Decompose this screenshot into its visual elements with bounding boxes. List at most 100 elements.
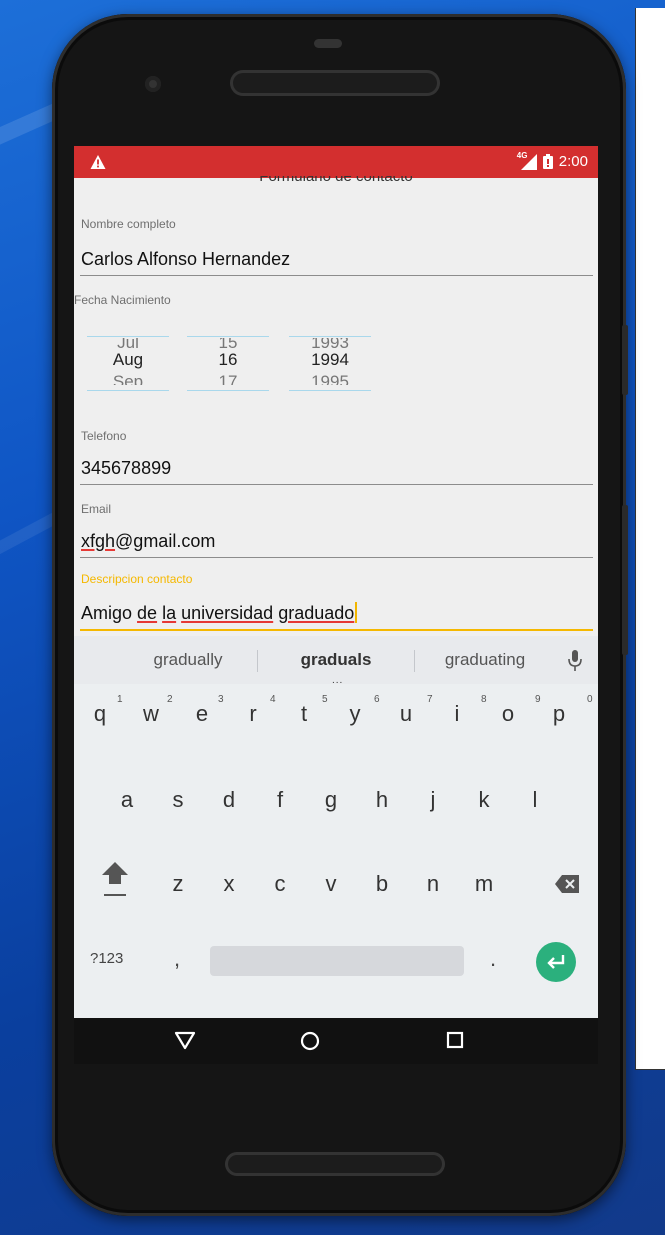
- year-prev[interactable]: 1993: [289, 338, 371, 350]
- clock: 2:00: [558, 153, 588, 170]
- birthdate-label: Fecha Nacimiento: [74, 293, 171, 307]
- misspelled-word: la: [162, 603, 177, 623]
- key-u[interactable]: u: [384, 688, 428, 740]
- key-hint: 9: [535, 694, 541, 705]
- key-b[interactable]: b: [360, 858, 404, 910]
- suggestion-divider: [414, 650, 415, 672]
- home-icon[interactable]: [299, 1030, 321, 1052]
- key-hint: 5: [322, 694, 328, 705]
- key-x[interactable]: x: [207, 858, 251, 910]
- backspace-icon[interactable]: [554, 874, 580, 894]
- key-s[interactable]: s: [156, 774, 200, 826]
- signal-icon: 4G: [517, 151, 537, 170]
- device-screen: 4G 2:00 Formulario de contacto Nombre co…: [74, 146, 598, 1064]
- suggestion-1[interactable]: gradually: [138, 650, 238, 670]
- description-input-underline: [80, 629, 593, 631]
- description-word: Amigo: [81, 603, 133, 623]
- key-hint: 7: [427, 694, 433, 705]
- key-hint: 1: [117, 694, 123, 705]
- description-label: Descripcion contacto: [81, 572, 193, 586]
- key-hint: 8: [481, 694, 487, 705]
- back-icon[interactable]: [174, 1030, 196, 1050]
- key-z[interactable]: z: [156, 858, 200, 910]
- page-title: Formulario de contacto: [259, 176, 413, 185]
- key-r[interactable]: r: [231, 688, 275, 740]
- key-y[interactable]: y: [333, 688, 377, 740]
- background-window: [635, 8, 665, 1070]
- key-k[interactable]: k: [462, 774, 506, 826]
- navigation-bar: [74, 1018, 598, 1064]
- shift-icon[interactable]: [100, 860, 130, 900]
- day-prev[interactable]: 15: [187, 338, 269, 350]
- volume-button[interactable]: [622, 505, 628, 655]
- status-icons: 4G 2:00: [517, 151, 588, 171]
- phone-input[interactable]: 345678899: [81, 458, 171, 479]
- key-hint: 2: [167, 694, 173, 705]
- misspelled-word: xfgh: [81, 531, 116, 551]
- name-input-underline: [80, 275, 593, 276]
- front-camera-icon: [145, 76, 161, 92]
- year-picker[interactable]: 1993 1994 1995: [289, 334, 371, 402]
- year-next[interactable]: 1995: [289, 372, 371, 385]
- key-h[interactable]: h: [360, 774, 404, 826]
- email-label: Email: [81, 502, 112, 516]
- month-next[interactable]: Sep: [87, 372, 169, 385]
- email-domain: @gmail.com: [115, 531, 216, 551]
- month-selected: Aug: [112, 350, 144, 369]
- key-p[interactable]: p: [537, 688, 581, 740]
- key-m[interactable]: m: [462, 858, 506, 910]
- month-picker[interactable]: Jul Aug Sep: [87, 334, 169, 402]
- key-v[interactable]: v: [309, 858, 353, 910]
- key-n[interactable]: n: [411, 858, 455, 910]
- power-button[interactable]: [622, 325, 628, 395]
- key-d[interactable]: d: [207, 774, 251, 826]
- key-g[interactable]: g: [309, 774, 353, 826]
- misspelled-word: graduado: [278, 603, 355, 623]
- soft-keyboard: gradually graduals graduating ... q w e …: [74, 636, 598, 1018]
- battery-icon: [542, 154, 553, 169]
- misspelled-word: de: [137, 603, 158, 623]
- key-i[interactable]: i: [435, 688, 479, 740]
- description-input[interactable]: Amigo de la universidad graduado: [81, 602, 358, 624]
- period-key[interactable]: .: [490, 946, 496, 972]
- picker-divider: [187, 390, 269, 391]
- symbols-key[interactable]: ?123: [90, 950, 123, 967]
- key-j[interactable]: j: [411, 774, 455, 826]
- microphone-icon[interactable]: [568, 650, 582, 672]
- day-picker[interactable]: 15 16 17: [187, 334, 269, 402]
- status-bar: 4G 2:00: [74, 146, 598, 178]
- bottom-speaker: [225, 1152, 445, 1176]
- picker-divider: [289, 336, 371, 337]
- misspelled-word: universidad: [181, 603, 274, 623]
- key-c[interactable]: c: [258, 858, 302, 910]
- top-sensor: [314, 39, 342, 48]
- key-hint: 3: [218, 694, 224, 705]
- key-hint: 4: [270, 694, 276, 705]
- space-bar[interactable]: [210, 946, 464, 976]
- picker-divider: [87, 390, 169, 391]
- picker-divider: [187, 336, 269, 337]
- phone-label: Telefono: [81, 429, 127, 443]
- warning-icon: [90, 155, 106, 169]
- comma-key[interactable]: ,: [174, 946, 180, 972]
- name-label: Nombre completo: [81, 217, 176, 231]
- picker-divider: [87, 336, 169, 337]
- email-input[interactable]: xfgh@gmail.com: [81, 531, 215, 552]
- name-input[interactable]: Carlos Alfonso Hernandez: [81, 249, 290, 270]
- key-f[interactable]: f: [258, 774, 302, 826]
- phone-input-underline: [80, 484, 593, 485]
- picker-divider: [289, 390, 371, 391]
- suggestion-3[interactable]: graduating: [426, 650, 544, 670]
- more-suggestions-indicator: ...: [332, 675, 344, 686]
- suggestion-2[interactable]: graduals: [286, 650, 386, 670]
- recents-icon[interactable]: [445, 1030, 465, 1050]
- month-prev[interactable]: Jul: [87, 338, 169, 350]
- key-a[interactable]: a: [105, 774, 149, 826]
- day-next[interactable]: 17: [187, 372, 269, 385]
- key-t[interactable]: t: [282, 688, 326, 740]
- suggestion-divider: [257, 650, 258, 672]
- key-q[interactable]: q: [78, 688, 122, 740]
- key-o[interactable]: o: [486, 688, 530, 740]
- enter-button[interactable]: [536, 942, 576, 982]
- key-l[interactable]: l: [513, 774, 557, 826]
